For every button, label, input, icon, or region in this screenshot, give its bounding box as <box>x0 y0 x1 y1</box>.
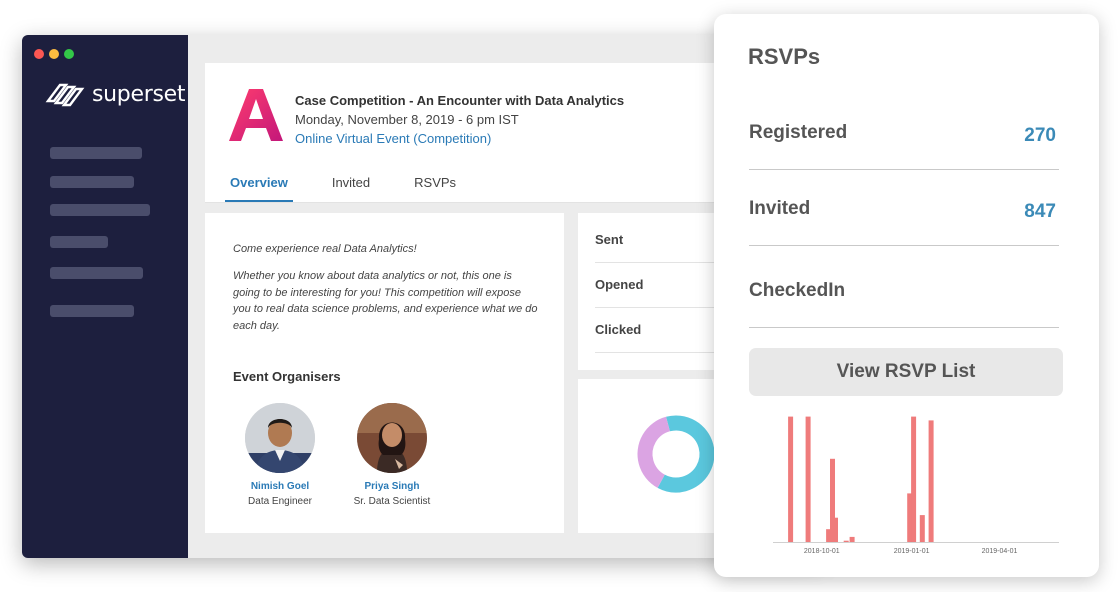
metric-invited: Invited 847 <box>749 176 1059 246</box>
event-description: Whether you know about data analytics or… <box>233 270 538 332</box>
person-avatar-icon <box>245 403 315 473</box>
event-date: Monday, November 8, 2019 - 6 pm IST <box>295 112 519 127</box>
sidebar-item-5[interactable] <box>50 267 143 279</box>
window-controls <box>34 49 74 59</box>
superset-logo[interactable]: superset <box>44 79 185 109</box>
tab-rsvps[interactable]: RSVPs <box>409 169 461 203</box>
maximize-window-button[interactable] <box>64 49 74 59</box>
chart-bar <box>843 540 849 542</box>
metric-registered: Registered 270 <box>749 100 1059 170</box>
sidebar-item-3[interactable] <box>50 204 150 216</box>
x-tick-label: 2019-04-01 <box>982 548 1018 555</box>
sidebar-item-4[interactable] <box>50 236 108 248</box>
event-logo-icon <box>229 89 283 141</box>
rsvp-bar-chart: 2018-10-01 2019-01-01 2019-04-01 <box>773 416 1059 555</box>
metric-label: CheckedIn <box>749 280 846 301</box>
overview-card: Come experience real Data Analytics! Whe… <box>205 213 564 533</box>
chart-bar <box>849 536 855 542</box>
organiser-name[interactable]: Priya Singh <box>337 481 447 492</box>
stat-label: Opened <box>595 277 644 292</box>
tab-invited[interactable]: Invited <box>327 169 375 203</box>
app-name: superset <box>92 81 186 107</box>
close-window-button[interactable] <box>34 49 44 59</box>
stat-label: Sent <box>595 232 624 247</box>
chart-bar <box>833 517 838 542</box>
organisers-title: Event Organisers <box>233 369 341 384</box>
organiser-role: Sr. Data Scientist <box>353 496 431 507</box>
organiser-name[interactable]: Nimish Goel <box>225 481 335 492</box>
x-tick-label: 2019-01-01 <box>894 548 930 555</box>
chart-bar <box>805 416 811 542</box>
organiser-card[interactable]: Nimish Goel Data Engineer <box>225 403 335 507</box>
tab-overview[interactable]: Overview <box>225 169 293 203</box>
x-tick-label: 2018-10-01 <box>804 548 840 555</box>
metric-label: Invited <box>749 198 811 219</box>
chart-bar <box>911 416 917 542</box>
person-avatar-icon <box>357 403 427 473</box>
chart-bar <box>919 515 925 542</box>
chart-bar <box>928 420 934 542</box>
sidebar-item-1[interactable] <box>50 147 142 159</box>
event-title: Case Competition - An Encounter with Dat… <box>295 93 625 108</box>
metric-checkedin: CheckedIn <box>749 258 1059 328</box>
event-tabs: Overview Invited RSVPs <box>225 169 495 203</box>
rsvp-card: RSVPs Registered 270 Invited 847 Checked… <box>714 14 1099 577</box>
sidebar-item-2[interactable] <box>50 176 134 188</box>
metric-value: 270 <box>1024 125 1056 146</box>
organiser-role: Data Engineer <box>248 496 312 507</box>
view-rsvp-list-button[interactable]: View RSVP List <box>749 348 1063 396</box>
organiser-card[interactable]: Priya Singh Sr. Data Scientist <box>337 403 447 507</box>
stat-label: Clicked <box>595 322 642 337</box>
rsvp-title: RSVPs <box>748 44 821 69</box>
metric-value: 847 <box>1024 201 1056 222</box>
sidebar: superset <box>22 35 188 558</box>
event-intro: Come experience real Data Analytics! <box>233 243 417 255</box>
chart-bar <box>788 416 794 542</box>
metric-label: Registered <box>749 122 848 143</box>
minimize-window-button[interactable] <box>49 49 59 59</box>
app-window: superset Case Competition - An Encounter… <box>22 35 822 558</box>
superset-logo-icon <box>45 83 85 107</box>
event-type-link[interactable]: Online Virtual Event (Competition) <box>295 131 491 146</box>
sidebar-item-6[interactable] <box>50 305 134 317</box>
